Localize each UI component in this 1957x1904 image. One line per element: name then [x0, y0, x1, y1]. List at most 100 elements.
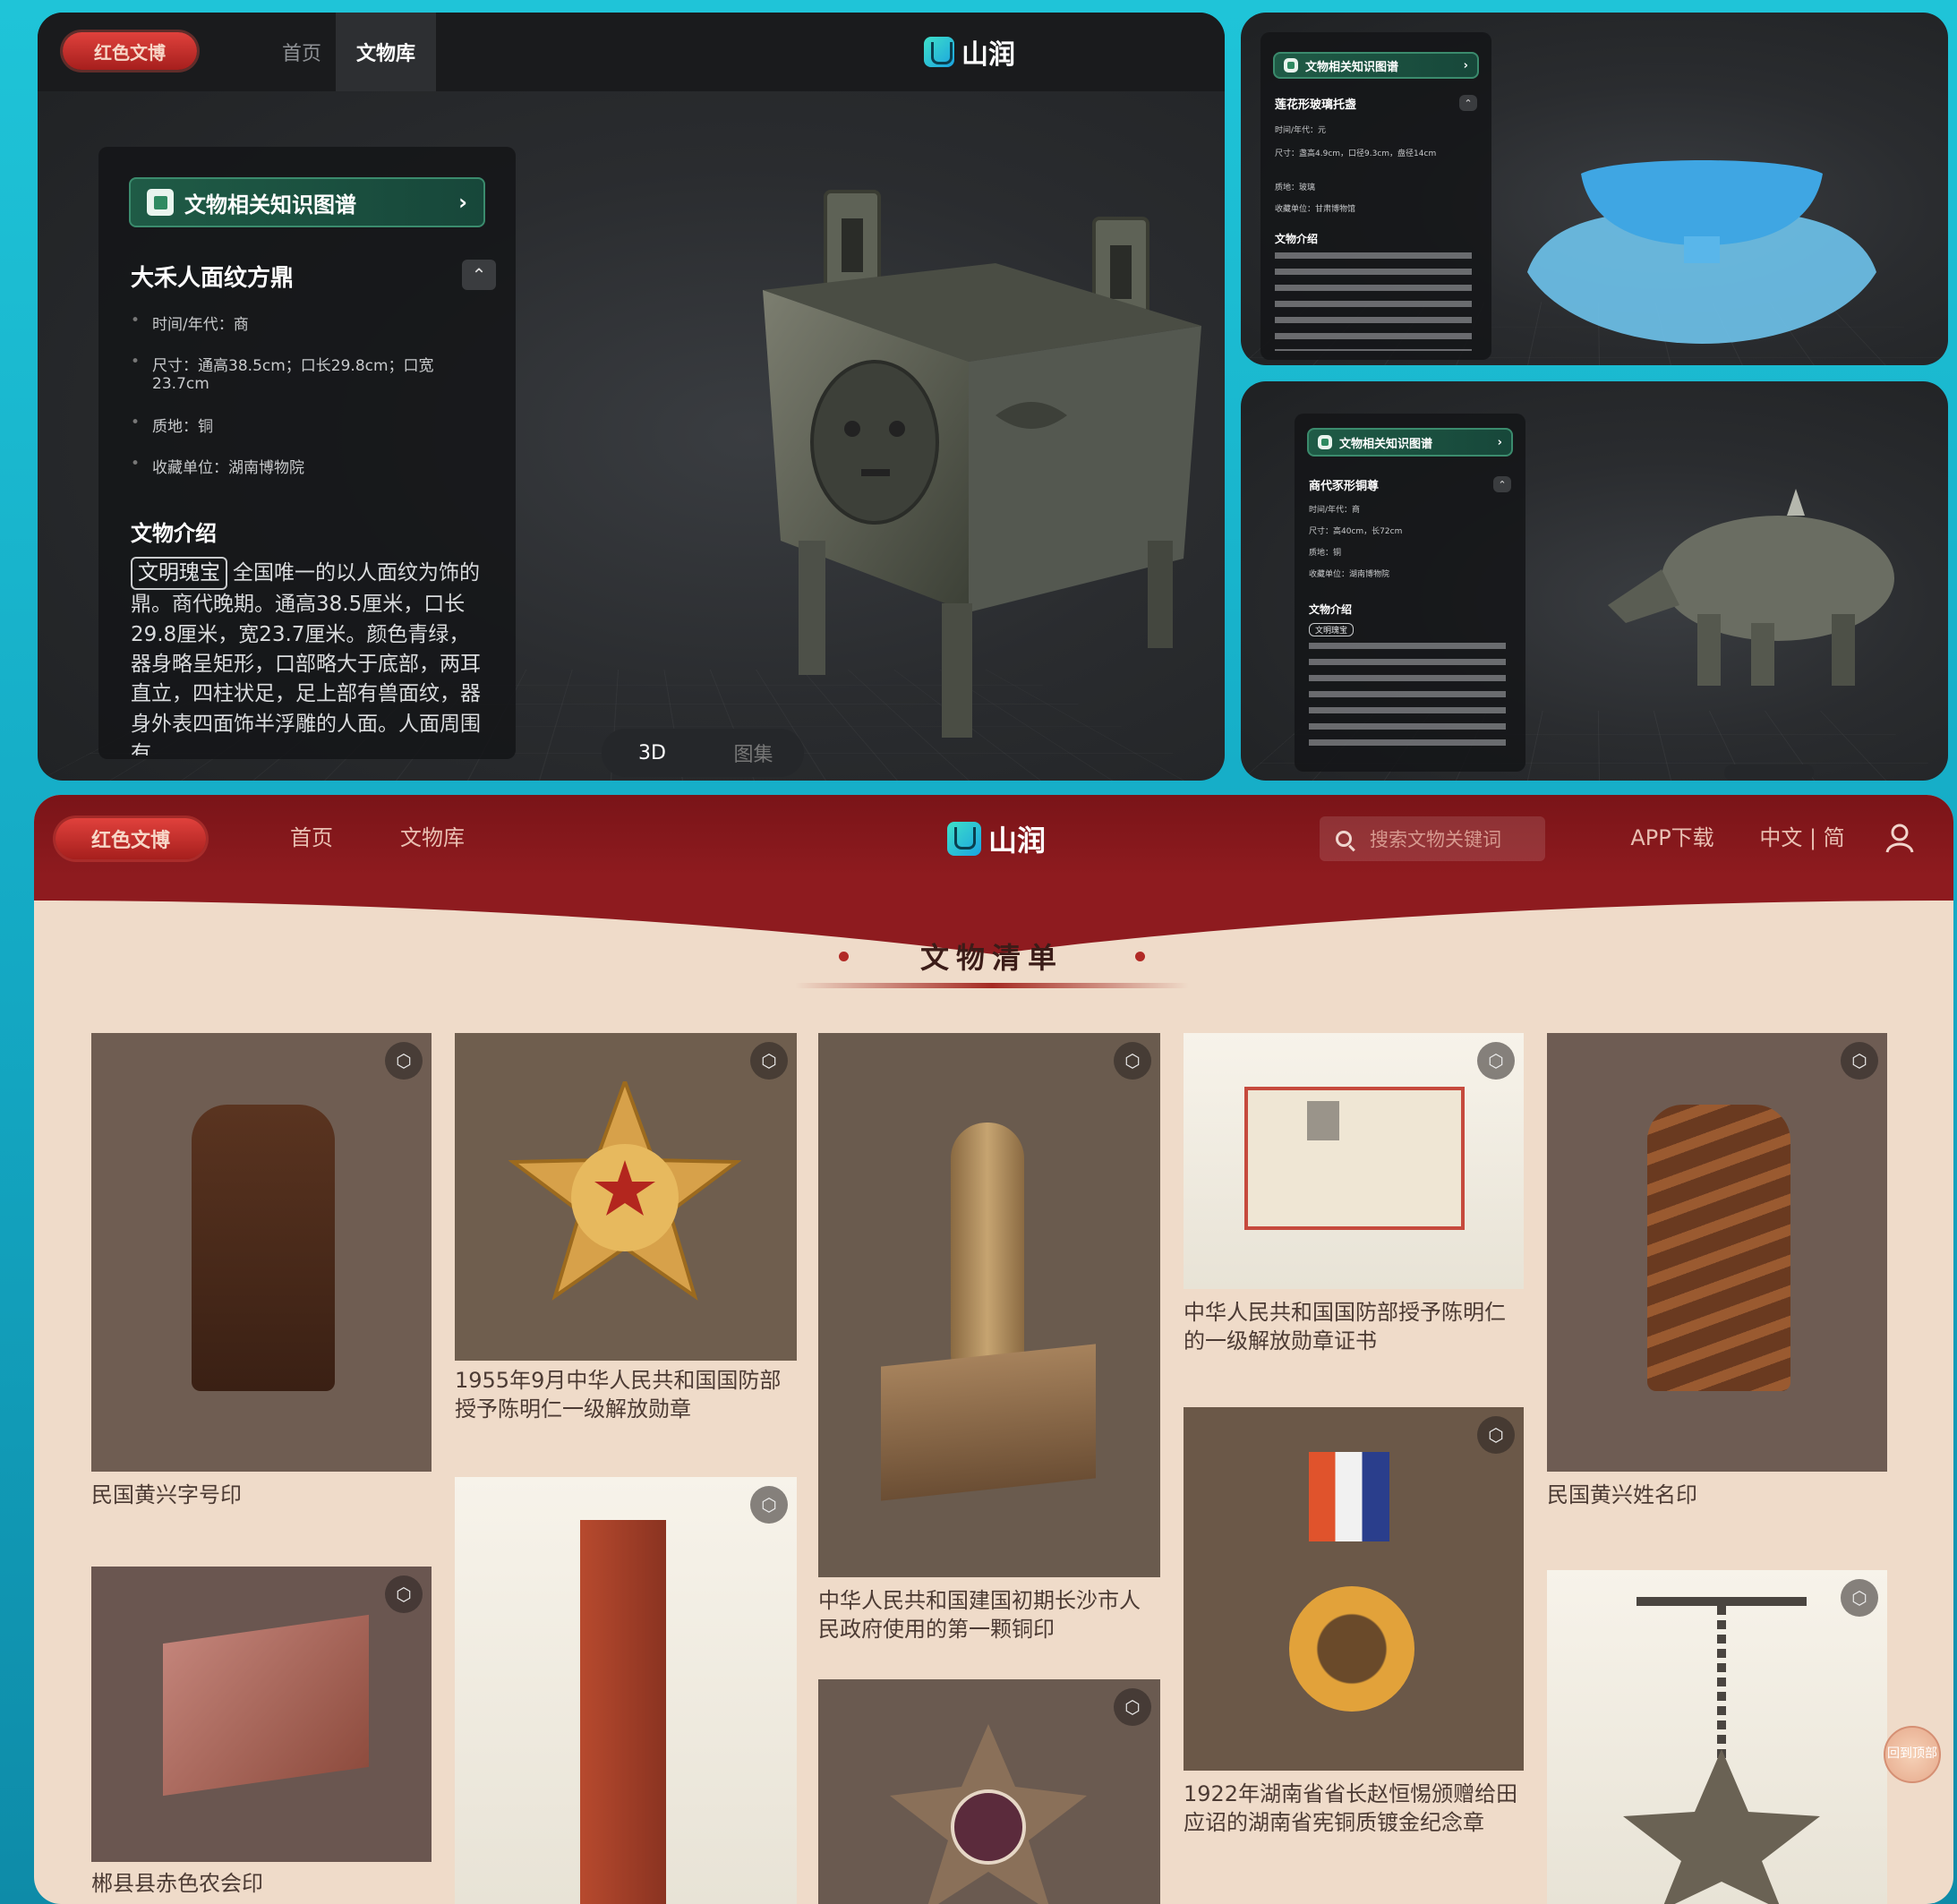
thumb-top-meta-3: 收藏单位：甘肃博物馆 [1275, 202, 1355, 214]
kg-button-label: 文物相关知识图谱 [1305, 60, 1399, 74]
toggle-3d[interactable]: 3D [602, 742, 703, 764]
search-icon [1336, 831, 1352, 847]
3d-view-icon[interactable]: ⬡ [1477, 1042, 1515, 1080]
brand-pill[interactable]: 红色文博 [63, 32, 197, 70]
thumb-top-meta-1: 尺寸：盏高4.9cm，口径9.3cm，盘径14cm [1275, 147, 1472, 158]
long-seal-shape [580, 1520, 666, 1904]
language-switch[interactable]: 中文 | 简 [1753, 795, 1851, 875]
meta-collection: • 收藏单位：湖南博物院 [131, 455, 304, 477]
artifact-card-image-long-seal[interactable]: ⬡ [455, 1477, 797, 1904]
thumb-bottom-kg-button[interactable]: 文物相关知识图谱 › [1307, 428, 1513, 457]
intro-tag: 文明瑰宝 [1309, 623, 1355, 636]
thumb-top-meta-0: 时间/年代：元 [1275, 124, 1326, 135]
intro-tag: 文明瑰宝 [131, 557, 227, 591]
graph-icon [1318, 435, 1332, 449]
artifact-card-caption-7[interactable]: 1922年湖南省省长赵恒惕颁赠给田应诏的湖南省宪铜质镀金纪念章 [1184, 1780, 1524, 1838]
meta-text: 质地：铜 [1309, 549, 1342, 558]
artifact-card-image-6[interactable]: ⬡ [91, 1567, 432, 1862]
thumb-bottom-meta-2: 质地：铜 [1309, 546, 1341, 558]
thumb-bottom-model [1608, 489, 1894, 686]
meta-text: 时间/年代：商 [1309, 506, 1361, 515]
artifact-card-caption-6[interactable]: 郴县县赤色农会印 [91, 1869, 432, 1898]
3d-view-icon[interactable]: ⬡ [385, 1575, 423, 1613]
3d-view-icon[interactable]: ⬡ [1114, 1042, 1151, 1080]
collapse-button[interactable]: ⌃ [462, 260, 496, 290]
meta-text: 质地：玻璃 [1275, 184, 1316, 192]
section-title: 文物清单 [919, 941, 1064, 975]
3d-view-icon[interactable]: ⬡ [385, 1042, 423, 1080]
intro-heading: 文物介绍 [131, 521, 217, 546]
catalog-nav-home[interactable]: 首页 [267, 795, 356, 875]
artifact-card-caption-3[interactable]: 中华人民共和国建国初期长沙市人民政府使用的第一颗铜印 [818, 1586, 1160, 1644]
certificate-shape [1244, 1087, 1465, 1230]
chevron-up-icon: ⌃ [1498, 478, 1507, 491]
back-to-top-button[interactable]: 回到顶部 [1884, 1726, 1941, 1783]
thumb-bottom-collapse[interactable]: ⌃ [1493, 476, 1511, 492]
catalog-logo[interactable]: 山润 [947, 818, 1046, 859]
artifact-card-image-pendant[interactable]: ⬡ [1547, 1570, 1887, 1904]
pendant-bar [1637, 1597, 1807, 1606]
artifact-card-image-3[interactable]: ⬡ [818, 1033, 1160, 1577]
artifact-card-image-2[interactable]: ⬡ [455, 1033, 797, 1361]
user-icon[interactable] [1882, 820, 1918, 856]
artifact-card-image-4[interactable]: ⬡ [1184, 1033, 1524, 1289]
meta-era: • 时间/年代：商 [131, 312, 249, 334]
logo-text: 山润 [988, 824, 1047, 858]
artifact-card-image-7[interactable]: ⬡ [1184, 1407, 1524, 1771]
seal-shape [192, 1105, 335, 1391]
artifact-card-caption-4[interactable]: 中华人民共和国国防部授予陈明仁的一级解放勋章证书 [1184, 1298, 1524, 1356]
artifact-card-caption-5[interactable]: 民国黄兴姓名印 [1547, 1481, 1887, 1509]
search-input[interactable]: 搜索文物关键词 [1370, 825, 1501, 852]
search-box[interactable]: 搜索文物关键词 [1320, 816, 1545, 861]
graph-icon [1284, 58, 1298, 73]
logo-text: 山润 [961, 39, 1015, 71]
medal-disc [1289, 1586, 1414, 1712]
pendant-chain [1717, 1606, 1726, 1758]
artifact-card-image-order[interactable]: ⬡ [818, 1679, 1160, 1904]
thumb-top-intro-lines [1275, 252, 1472, 351]
thumb-top-model [1527, 160, 1876, 344]
3d-view-icon[interactable]: ⬡ [750, 1486, 788, 1524]
meta-size-text: 尺寸：通高38.5cm；口长29.8cm；口宽23.7cm [152, 357, 434, 393]
artifact-card-image-1[interactable]: ⬡ [91, 1033, 432, 1472]
thumb-top-title: 莲花形玻璃托盏 [1275, 98, 1357, 112]
thumb-top-intro-heading: 文物介绍 [1275, 233, 1319, 245]
app-logo[interactable]: 山润 [924, 32, 1015, 72]
meta-text: 尺寸：高40cm，长72cm [1309, 527, 1403, 536]
thumb-bottom-intro-lines [1309, 643, 1506, 750]
order-shape [890, 1724, 1087, 1904]
thumb-bottom-toggle[interactable] [1724, 764, 1814, 781]
artifact-3d-model[interactable] [700, 183, 1225, 738]
artifact-info-card: 文物相关知识图谱 › 大禾人面纹方鼎 ⌃ • 时间/年代：商 • 尺寸：通高38.5… [98, 147, 516, 759]
meta-material: • 质地：铜 [131, 414, 213, 436]
artifact-viewer-thumb-top[interactable]: 文物相关知识图谱 › 莲花形玻璃托盏 ⌃ 时间/年代：元 尺寸：盏高4.9cm，… [1241, 13, 1948, 365]
catalog-brand-pill[interactable]: 红色文博 [56, 818, 206, 859]
stamp-base [881, 1344, 1096, 1501]
title-dot-right [1135, 951, 1145, 961]
catalog-nav-library[interactable]: 文物库 [374, 795, 491, 875]
thumb-top-collapse[interactable]: ⌃ [1459, 95, 1477, 111]
thumb-bottom-meta-0: 时间/年代：商 [1309, 503, 1360, 515]
artifact-card-caption-2[interactable]: 1955年9月中华人民共和国国防部授予陈明仁一级解放勋章 [455, 1366, 797, 1424]
3d-view-icon[interactable]: ⬡ [1841, 1579, 1878, 1617]
app-download-link[interactable]: APP下载 [1610, 795, 1735, 875]
3d-view-icon[interactable]: ⬡ [1841, 1042, 1878, 1080]
title-dot-left [838, 951, 849, 961]
3d-view-icon[interactable]: ⬡ [1114, 1688, 1151, 1726]
thumb-bottom-meta-3: 收藏单位：湖南博物院 [1309, 568, 1389, 579]
artifact-viewer-thumb-bottom[interactable]: 文物相关知识图谱 › 商代豕形铜尊 ⌃ 时间/年代：商 尺寸：高40cm，长72… [1241, 381, 1948, 781]
knowledge-graph-button[interactable]: 文物相关知识图谱 › [129, 177, 485, 227]
kg-button-label: 文物相关知识图谱 [184, 192, 356, 218]
nav-library[interactable]: 文物库 [336, 13, 436, 91]
intro-text-block: 文明瑰宝 全国唯一的以人面纹为饰的鼎。商代晚期。通高38.5厘米，口长29.8厘米… [131, 557, 489, 756]
view-mode-toggle[interactable]: 3D 图集 [602, 729, 804, 777]
pendant-star [1623, 1749, 1820, 1904]
toggle-gallery[interactable]: 图集 [703, 739, 804, 767]
3d-view-icon[interactable]: ⬡ [750, 1042, 788, 1080]
meta-collection-text: 收藏单位：湖南博物院 [152, 459, 305, 477]
thumb-top-kg-button[interactable]: 文物相关知识图谱 › [1273, 52, 1479, 79]
3d-view-icon[interactable]: ⬡ [1477, 1416, 1515, 1454]
artifact-card-image-5[interactable]: ⬡ [1547, 1033, 1887, 1472]
artifact-title: 大禾人面纹方鼎 [131, 265, 295, 292]
artifact-card-caption-1[interactable]: 民国黄兴字号印 [91, 1481, 432, 1509]
